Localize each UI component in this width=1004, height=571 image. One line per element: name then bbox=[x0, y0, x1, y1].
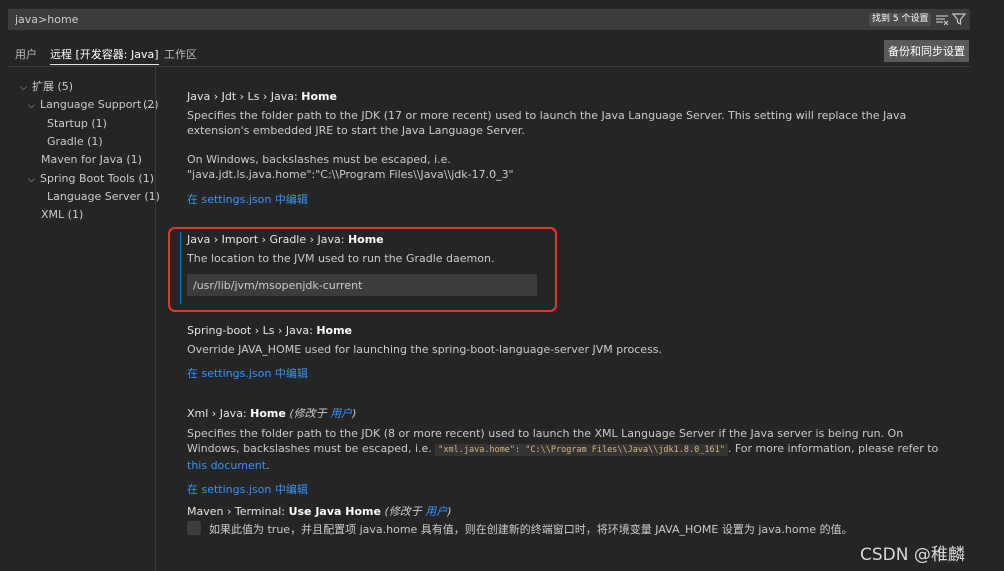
chevron-down-icon: ⌵ bbox=[20, 83, 27, 93]
modified-prefix: (修改于 bbox=[289, 407, 331, 420]
toc-label: Gradle (1) bbox=[47, 135, 103, 148]
setting-description-example: "java.jdt.ls.java.home":"C:\\Program Fil… bbox=[187, 168, 514, 181]
toc-divider bbox=[155, 67, 156, 571]
edit-in-settings-json-link[interactable]: 在 settings.json 中编辑 bbox=[187, 365, 308, 381]
setting-category: Java › Jdt › Ls › Java: bbox=[187, 90, 302, 103]
modified-suffix: ) bbox=[352, 407, 357, 420]
header-divider bbox=[8, 66, 970, 67]
settings-search-input[interactable] bbox=[9, 10, 809, 29]
setting-title: Xml › Java: Home (修改于 用户) bbox=[187, 405, 957, 421]
setting-description: Specifies the folder path to the JDK (17… bbox=[187, 109, 907, 137]
toc-label: 扩展 (5) bbox=[32, 80, 74, 93]
setting-name: Use Java Home bbox=[288, 505, 381, 518]
setting-title: Maven › Terminal: Use Java Home (修改于 用户) bbox=[187, 503, 957, 519]
toc-label: Startup (1) bbox=[47, 117, 107, 130]
toc-item-gradle[interactable]: Gradle (1) bbox=[47, 134, 103, 150]
setting-category: Xml › Java: bbox=[187, 407, 251, 420]
code-snippet: "xml.java.home": "C:\\Program Files\\Jav… bbox=[435, 444, 728, 456]
setting-title: Java › Import › Gradle › Java: Home bbox=[187, 233, 957, 246]
modified-in-indicator: (修改于 用户) bbox=[384, 505, 451, 518]
desc-part: . For more information, please refer to bbox=[727, 442, 939, 455]
checkbox-label: 如果此值为 true，并且配置项 java.home 具有值，则在创建新的终端窗… bbox=[209, 523, 853, 536]
edit-in-settings-json-link[interactable]: 在 settings.json 中编辑 bbox=[187, 191, 308, 207]
setting-category: Java › Import › Gradle › Java: bbox=[187, 233, 348, 246]
edit-in-settings-json-link[interactable]: 在 settings.json 中编辑 bbox=[187, 481, 308, 497]
setting-maven-use-java-home: Maven › Terminal: Use Java Home (修改于 用户) bbox=[187, 503, 957, 519]
modified-user-link[interactable]: 用户 bbox=[330, 407, 352, 420]
setting-title: Java › Jdt › Ls › Java: Home bbox=[187, 90, 957, 103]
setting-description-windows: On Windows, backslashes must be escaped,… bbox=[187, 153, 451, 166]
setting-category: Spring-boot › Ls › Java: bbox=[187, 324, 317, 337]
setting-description: The location to the JVM used to run the … bbox=[187, 252, 495, 265]
toc-label: Language Server (1) bbox=[47, 190, 160, 203]
maven-use-java-home-checkbox[interactable] bbox=[187, 521, 201, 535]
setting-jdt-java-home: Java › Jdt › Ls › Java: Home Specifies t… bbox=[187, 90, 957, 207]
toc-item-language-support[interactable]: ⌵ Language Support ... (2) bbox=[28, 97, 159, 113]
filter-icon[interactable] bbox=[951, 12, 967, 26]
toc-item-extensions[interactable]: ⌵ 扩展 (5) bbox=[20, 79, 73, 95]
chevron-down-icon: ⌵ bbox=[28, 101, 35, 111]
toc-item-language-server[interactable]: Language Server (1) bbox=[47, 189, 160, 205]
setting-spring-boot-java-home: Spring-boot › Ls › Java: Home Override J… bbox=[187, 324, 957, 381]
setting-focus-indicator bbox=[180, 232, 181, 304]
tab-remote[interactable]: 远程 [开发容器: Java] bbox=[50, 46, 159, 65]
search-result-count: 找到 5 个设置 bbox=[869, 13, 932, 26]
toc-item-xml[interactable]: XML (1) bbox=[41, 207, 83, 223]
gradle-java-home-input[interactable] bbox=[187, 274, 537, 296]
toc-label: Maven for Java (1) bbox=[41, 153, 142, 166]
toc-label: XML (1) bbox=[41, 208, 84, 221]
modified-in-indicator: (修改于 用户) bbox=[289, 407, 356, 420]
setting-description: Override JAVA_HOME used for launching th… bbox=[187, 343, 663, 356]
toc-label: Language Support ... bbox=[40, 98, 156, 111]
setting-title: Spring-boot › Ls › Java: Home bbox=[187, 324, 957, 337]
toc-count: (2) bbox=[143, 98, 159, 111]
desc-part: . bbox=[266, 459, 270, 472]
setting-category: Maven › Terminal: bbox=[187, 505, 289, 518]
setting-gradle-java-home: Java › Import › Gradle › Java: Home The … bbox=[187, 233, 957, 296]
chevron-down-icon: ⌵ bbox=[28, 175, 35, 185]
setting-name: Home bbox=[316, 324, 352, 337]
setting-name: Home bbox=[347, 233, 384, 246]
tab-user[interactable]: 用户 bbox=[15, 46, 37, 62]
settings-search-bar: 找到 5 个设置 bbox=[8, 9, 970, 30]
toc-item-spring-boot-tools[interactable]: ⌵ Spring Boot Tools (1) bbox=[28, 171, 154, 187]
this-document-link[interactable]: this document bbox=[187, 459, 266, 472]
setting-description: Specifies the folder path to the JDK (8 … bbox=[187, 426, 957, 473]
backup-sync-button[interactable]: 备份和同步设置 bbox=[884, 40, 969, 62]
toc-item-maven[interactable]: Maven for Java (1) bbox=[41, 152, 142, 168]
modified-suffix: ) bbox=[447, 505, 452, 518]
setting-name: Home bbox=[301, 90, 337, 103]
clear-filter-icon[interactable] bbox=[935, 12, 949, 26]
setting-name: Home bbox=[250, 407, 286, 420]
toc-item-startup[interactable]: Startup (1) bbox=[47, 116, 107, 132]
modified-user-link[interactable]: 用户 bbox=[425, 505, 447, 518]
modified-prefix: (修改于 bbox=[384, 505, 426, 518]
setting-xml-java-home: Xml › Java: Home (修改于 用户) Specifies the … bbox=[187, 405, 957, 497]
tab-workspace[interactable]: 工作区 bbox=[164, 46, 197, 62]
watermark: CSDN @稚麟 bbox=[860, 545, 965, 565]
toc-label: Spring Boot Tools (1) bbox=[40, 172, 154, 185]
